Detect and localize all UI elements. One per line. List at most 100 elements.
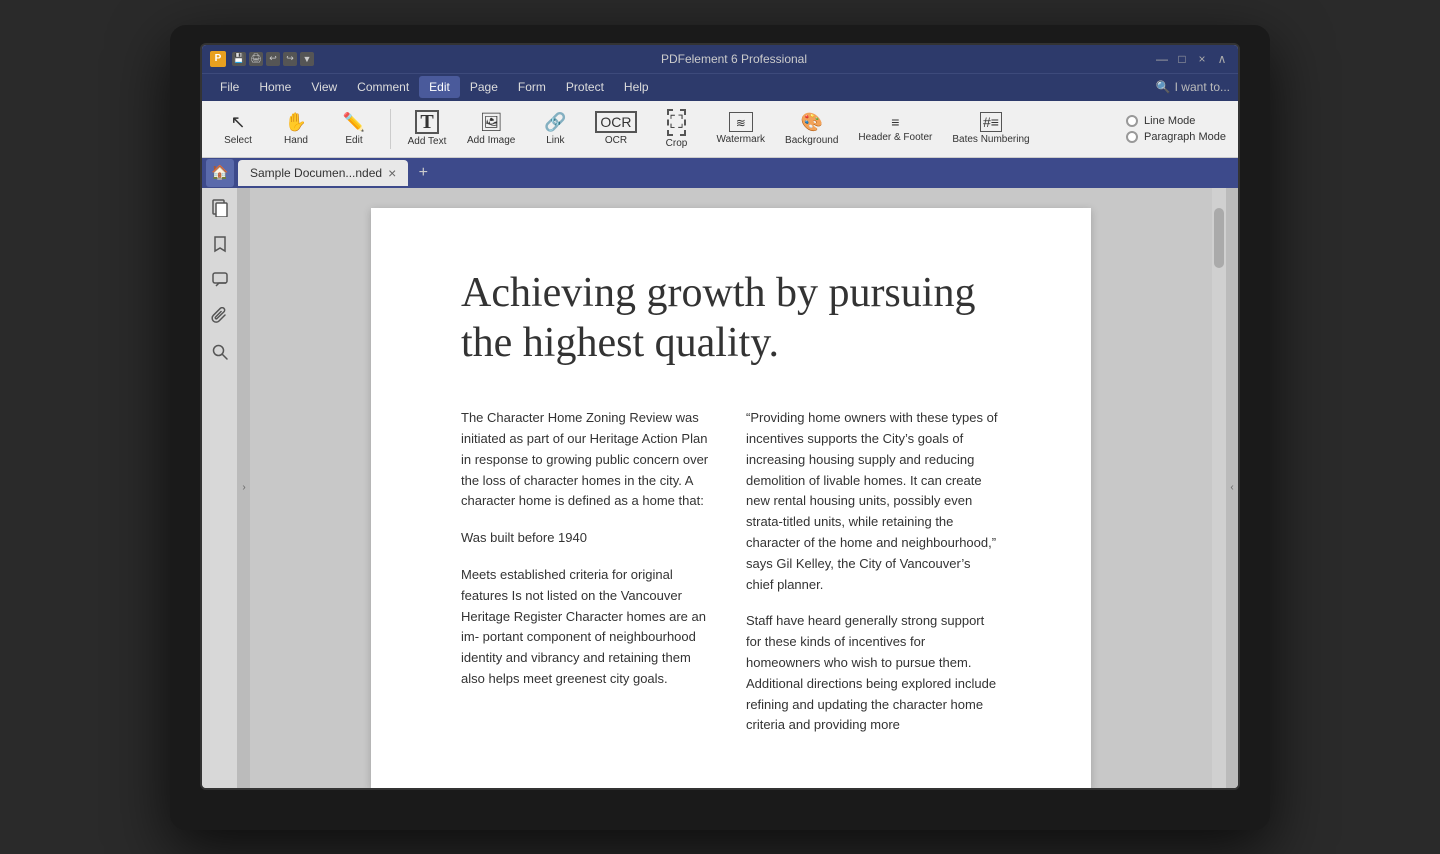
- redo-icon[interactable]: ↪: [283, 52, 297, 66]
- toolbar: ↖ Select ✋ Hand ✏️ Edit T Add Text: [202, 101, 1238, 158]
- document-page: Achieving growth by pursuing the highest…: [371, 208, 1091, 788]
- toolbar-section-mode: ↖ Select ✋ Hand ✏️ Edit: [210, 108, 382, 150]
- tool-header-footer[interactable]: ≡ Header & Footer: [850, 110, 940, 147]
- paragraph-mode-radio[interactable]: [1126, 131, 1138, 143]
- minimize-button[interactable]: —: [1154, 51, 1170, 67]
- menu-view[interactable]: View: [301, 76, 347, 98]
- quick-print-icon[interactable]: 🖨: [249, 52, 263, 66]
- laptop-screen: P 💾 🖨 ↩ ↪ ▼ PDFelement 6 Professional — …: [200, 43, 1240, 790]
- tab-label: Sample Documen...nded: [250, 166, 382, 180]
- doc-col1-p3: Meets established criteria for original …: [461, 565, 716, 690]
- menu-search[interactable]: 🔍 I want to...: [1156, 80, 1230, 94]
- main-area: › Achieving growth by pursuing the highe…: [202, 188, 1238, 788]
- collapse-button[interactable]: ∧: [1214, 51, 1230, 67]
- link-icon: 🔗: [544, 112, 566, 133]
- tool-crop[interactable]: ⛶ Crop: [649, 105, 705, 153]
- hand-label: Hand: [284, 135, 308, 146]
- title-bar-left: P 💾 🖨 ↩ ↪ ▼: [210, 51, 314, 67]
- menu-protect[interactable]: Protect: [556, 76, 614, 98]
- home-tab-button[interactable]: 🏠: [206, 159, 234, 187]
- toolbar-divider-1: [390, 109, 391, 149]
- select-label: Select: [224, 135, 252, 146]
- menu-form[interactable]: Form: [508, 76, 556, 98]
- menu-home[interactable]: Home: [249, 76, 301, 98]
- search-icon: 🔍: [1156, 80, 1171, 94]
- cursor-icon: ↖: [230, 112, 245, 133]
- tool-add-text[interactable]: T Add Text: [399, 106, 455, 151]
- tool-watermark[interactable]: ≋ Watermark: [709, 108, 774, 149]
- tool-add-image[interactable]: 🖼 Add Image: [459, 108, 523, 150]
- doc-col1-p1: The Character Home Zoning Review was ini…: [461, 408, 716, 512]
- add-image-label: Add Image: [467, 135, 515, 146]
- document-tab[interactable]: Sample Documen...nded ×: [238, 160, 408, 186]
- menu-help[interactable]: Help: [614, 76, 659, 98]
- background-label: Background: [785, 135, 838, 146]
- sidebar: [202, 188, 238, 788]
- sidebar-attachments-icon[interactable]: [208, 304, 232, 328]
- quick-save-icon[interactable]: 💾: [232, 52, 246, 66]
- undo-icon[interactable]: ↩: [266, 52, 280, 66]
- tool-link[interactable]: 🔗 Link: [527, 108, 583, 150]
- tool-edit[interactable]: ✏️ Edit: [326, 108, 382, 150]
- laptop-shell: P 💾 🖨 ↩ ↪ ▼ PDFelement 6 Professional — …: [170, 25, 1270, 830]
- doc-col1-p2: Was built before 1940: [461, 528, 716, 549]
- line-mode-option[interactable]: Line Mode: [1126, 115, 1226, 127]
- document-area: Achieving growth by pursuing the highest…: [250, 188, 1212, 788]
- document-column-1: The Character Home Zoning Review was ini…: [461, 408, 716, 752]
- sidebar-search-icon[interactable]: [208, 340, 232, 364]
- close-button[interactable]: ×: [1194, 51, 1210, 67]
- maximize-button[interactable]: □: [1174, 51, 1190, 67]
- customize-icon[interactable]: ▼: [300, 52, 314, 66]
- bates-icon: #≡: [980, 112, 1002, 132]
- header-footer-icon: ≡: [891, 114, 899, 130]
- scrollbar-thumb[interactable]: [1214, 208, 1224, 268]
- image-icon: 🖼: [480, 112, 503, 133]
- paragraph-mode-label: Paragraph Mode: [1144, 131, 1226, 143]
- vertical-scrollbar[interactable]: [1212, 188, 1226, 788]
- collapse-left-panel[interactable]: ›: [238, 188, 250, 788]
- menu-edit[interactable]: Edit: [419, 76, 460, 98]
- edit-icon: ✏️: [343, 112, 365, 133]
- ocr-label: OCR: [605, 135, 627, 146]
- menu-file[interactable]: File: [210, 76, 249, 98]
- app-icon: P: [210, 51, 226, 67]
- document-column-2: “Providing home owners with these types …: [746, 408, 1001, 752]
- title-bar-quick-actions: 💾 🖨 ↩ ↪ ▼: [232, 52, 314, 66]
- collapse-right-panel[interactable]: ‹: [1226, 188, 1238, 788]
- tab-close-button[interactable]: ×: [388, 165, 396, 181]
- sidebar-pages-icon[interactable]: [208, 196, 232, 220]
- add-text-label: Add Text: [408, 136, 447, 147]
- title-bar: P 💾 🖨 ↩ ↪ ▼ PDFelement 6 Professional — …: [202, 45, 1238, 73]
- tool-background[interactable]: 🎨 Background: [777, 108, 846, 150]
- tool-hand[interactable]: ✋ Hand: [268, 108, 324, 150]
- watermark-icon: ≋: [729, 112, 753, 132]
- link-label: Link: [546, 135, 564, 146]
- ocr-icon: OCR: [595, 111, 636, 133]
- tool-ocr[interactable]: OCR OCR: [587, 107, 644, 150]
- document-title: Achieving growth by pursuing the highest…: [461, 268, 1001, 369]
- sidebar-comments-icon[interactable]: [208, 268, 232, 292]
- paragraph-mode-option[interactable]: Paragraph Mode: [1126, 131, 1226, 143]
- hand-icon: ✋: [285, 112, 307, 133]
- text-icon: T: [415, 110, 438, 134]
- edit-label: Edit: [345, 135, 362, 146]
- toolbar-mode-options: Line Mode Paragraph Mode: [1122, 111, 1230, 147]
- tabs-bar: 🏠 Sample Documen...nded × +: [202, 158, 1238, 188]
- document-columns: The Character Home Zoning Review was ini…: [461, 408, 1001, 752]
- sidebar-bookmarks-icon[interactable]: [208, 232, 232, 256]
- add-tab-button[interactable]: +: [412, 162, 434, 184]
- menu-bar: File Home View Comment Edit Page Form Pr…: [202, 73, 1238, 101]
- header-footer-label: Header & Footer: [858, 132, 932, 143]
- line-mode-radio[interactable]: [1126, 115, 1138, 127]
- menu-page[interactable]: Page: [460, 76, 508, 98]
- background-icon: 🎨: [801, 112, 823, 133]
- menu-comment[interactable]: Comment: [347, 76, 419, 98]
- search-label: I want to...: [1175, 80, 1230, 94]
- crop-icon: ⛶: [667, 109, 686, 136]
- tool-bates[interactable]: #≡ Bates Numbering: [944, 108, 1037, 149]
- tool-select[interactable]: ↖ Select: [210, 108, 266, 150]
- watermark-label: Watermark: [717, 134, 766, 145]
- bates-label: Bates Numbering: [952, 134, 1029, 145]
- window-controls: — □ × ∧: [1154, 51, 1230, 67]
- app-title: PDFelement 6 Professional: [314, 52, 1154, 66]
